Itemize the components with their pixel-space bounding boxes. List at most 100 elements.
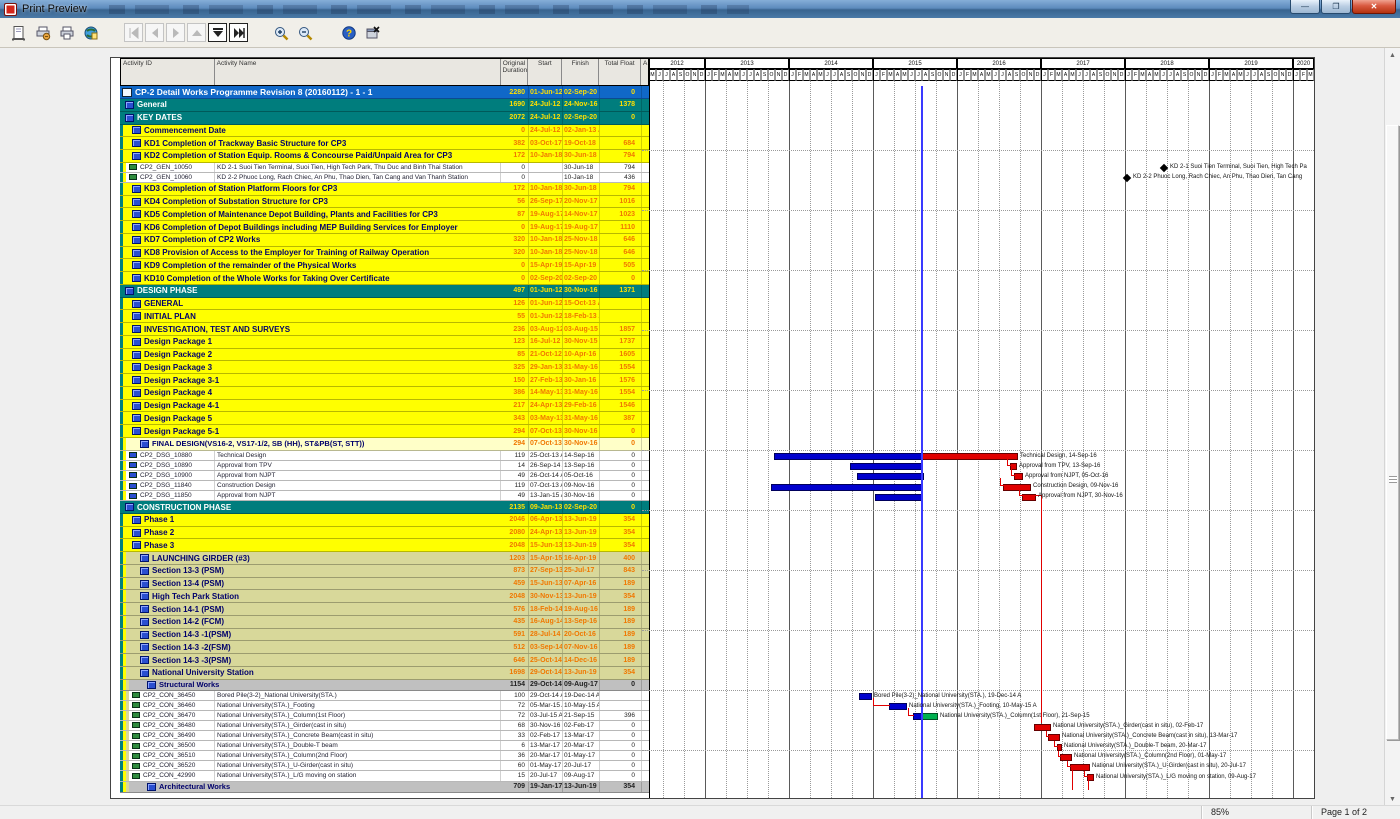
timescale-month: M bbox=[803, 69, 810, 81]
clipped-column-cell bbox=[642, 247, 649, 259]
page-up-button[interactable] bbox=[187, 23, 206, 42]
clipped-column-cell bbox=[642, 471, 649, 480]
publish-button[interactable] bbox=[80, 22, 102, 44]
timescale-month: A bbox=[1006, 69, 1013, 81]
column-header-activity-name: Activity Name bbox=[215, 59, 501, 85]
toolbar: ? bbox=[0, 18, 1400, 48]
start-cell bbox=[529, 163, 563, 172]
gantt-bar bbox=[1048, 734, 1060, 741]
timescale-month: J bbox=[873, 69, 880, 81]
finish-cell: 13-Jun-19 bbox=[563, 590, 600, 602]
total-float-cell: 0 bbox=[600, 761, 642, 770]
restore-button[interactable]: ❐ bbox=[1321, 0, 1351, 14]
finish-cell: 13-Jun-19 bbox=[563, 539, 600, 551]
relationship-line bbox=[908, 715, 914, 716]
timescale-month: D bbox=[866, 69, 873, 81]
total-float-cell: 0 bbox=[600, 471, 642, 480]
start-cell: 06-Apr-13 A bbox=[529, 514, 563, 526]
first-page-button[interactable] bbox=[124, 23, 143, 42]
timescale-year: 2013 bbox=[705, 58, 789, 69]
prev-page-button[interactable] bbox=[145, 23, 164, 42]
wbs-band-icon bbox=[125, 114, 134, 122]
activity-name-cell: Construction Design bbox=[214, 481, 501, 490]
scroll-up-button[interactable]: ▲ bbox=[1385, 48, 1400, 62]
horizontal-gridline bbox=[642, 750, 1314, 751]
status-bar: 85% Page 1 of 2 bbox=[0, 805, 1400, 819]
wbs-band-icon bbox=[132, 126, 141, 134]
bar-label: National University(STA.)_Girder(cast in… bbox=[1053, 723, 1203, 730]
page-down-button[interactable] bbox=[208, 23, 227, 42]
print-button[interactable] bbox=[56, 22, 78, 44]
timescale-month: M bbox=[1069, 69, 1076, 81]
close-preview-button[interactable] bbox=[362, 22, 384, 44]
table-row: CP2_CON_36480 National University(STA.)_… bbox=[120, 721, 649, 731]
clipped-column-cell bbox=[642, 641, 649, 653]
last-page-button[interactable] bbox=[229, 23, 248, 42]
start-cell: 30-Nov-13 A bbox=[529, 590, 563, 602]
timescale-month: J bbox=[1125, 69, 1132, 81]
finish-cell: 20-Mar-17 bbox=[563, 741, 600, 750]
next-page-button[interactable] bbox=[166, 23, 185, 42]
wbs-band-icon bbox=[132, 185, 141, 193]
close-button[interactable]: ✕ bbox=[1352, 0, 1396, 14]
total-float-cell: 1576 bbox=[600, 374, 642, 386]
zoom-out-button[interactable] bbox=[294, 22, 316, 44]
orig-duration-cell: 56 bbox=[501, 196, 529, 208]
start-cell: 15-Apr-15 A bbox=[529, 552, 563, 564]
vertical-scrollbar[interactable]: ▲ ▼ bbox=[1384, 48, 1400, 806]
band-name-cell: Structural Works bbox=[129, 680, 501, 690]
wbs-band-icon bbox=[132, 541, 141, 549]
wbs-band-icon bbox=[140, 669, 149, 677]
finish-cell: 19-Oct-18 bbox=[563, 137, 600, 149]
start-cell: 14-May-13 A bbox=[529, 387, 563, 399]
clipped-column-cell bbox=[642, 491, 649, 500]
bar-label: Approval from NJPT, 05-Oct-16 bbox=[1025, 473, 1108, 480]
start-cell: 10-Jan-18 bbox=[529, 247, 563, 259]
scroll-down-button[interactable]: ▼ bbox=[1385, 792, 1400, 806]
wbs-band-icon bbox=[132, 300, 141, 308]
total-float-cell: 1023 bbox=[600, 208, 642, 220]
orig-duration-cell: 100 bbox=[501, 691, 529, 700]
band-name-cell: Architectural Works bbox=[129, 782, 501, 792]
band-name-cell: INITIAL PLAN bbox=[123, 310, 501, 322]
table-row: INITIAL PLAN55 01-Jun-12 A 18-Feb-13 A bbox=[120, 310, 649, 323]
bar-label: Construction Design, 09-Nov-16 bbox=[1033, 483, 1118, 490]
orig-duration-cell: 512 bbox=[501, 641, 529, 653]
orig-duration-cell: 709 bbox=[501, 782, 529, 792]
wbs-band-icon bbox=[132, 414, 141, 422]
timescale-month: A bbox=[894, 69, 901, 81]
timescale-month: O bbox=[936, 69, 943, 81]
total-float-cell: 0 bbox=[600, 112, 642, 124]
horizontal-gridline bbox=[642, 510, 1314, 511]
timescale-month: S bbox=[677, 69, 684, 81]
page-setup-button[interactable] bbox=[8, 22, 30, 44]
activity-icon bbox=[132, 722, 140, 728]
preview-area: Activity IDActivity NameOriginal Duratio… bbox=[0, 48, 1400, 806]
wbs-band-icon bbox=[132, 325, 141, 333]
timescale-month: M bbox=[649, 69, 656, 81]
scrollbar-thumb[interactable] bbox=[1386, 125, 1399, 740]
start-cell: 01-Jun-12 bbox=[529, 86, 563, 98]
band-name-cell: Phase 2 bbox=[123, 527, 501, 539]
orig-duration-cell: 294 bbox=[501, 425, 529, 437]
activity-icon bbox=[132, 773, 140, 779]
minimize-button[interactable]: — bbox=[1290, 0, 1320, 14]
clipped-column-cell bbox=[642, 782, 649, 792]
gantt-bar bbox=[1060, 754, 1072, 761]
print-setup-button[interactable] bbox=[32, 22, 54, 44]
total-float-cell: 646 bbox=[600, 247, 642, 259]
activity-id-cell: CP2_CON_36450 bbox=[129, 691, 214, 700]
timescale-month: F bbox=[880, 69, 887, 81]
start-cell: 28-Jul-14 A bbox=[529, 629, 563, 641]
start-cell: 29-Oct-14 A bbox=[529, 691, 563, 700]
total-float-cell: 189 bbox=[600, 654, 642, 666]
total-float-cell: 0 bbox=[600, 481, 642, 490]
help-button[interactable]: ? bbox=[338, 22, 360, 44]
horizontal-gridline bbox=[642, 330, 1314, 331]
start-cell: 29-Oct-14 A bbox=[529, 667, 563, 679]
start-cell: 05-Mar-15 A bbox=[529, 701, 563, 710]
zoom-in-button[interactable] bbox=[270, 22, 292, 44]
orig-duration-cell: 459 bbox=[501, 578, 529, 590]
finish-cell: 30-Nov-16 bbox=[563, 425, 600, 437]
band-name-cell: KD3 Completion of Station Platform Floor… bbox=[123, 183, 501, 195]
